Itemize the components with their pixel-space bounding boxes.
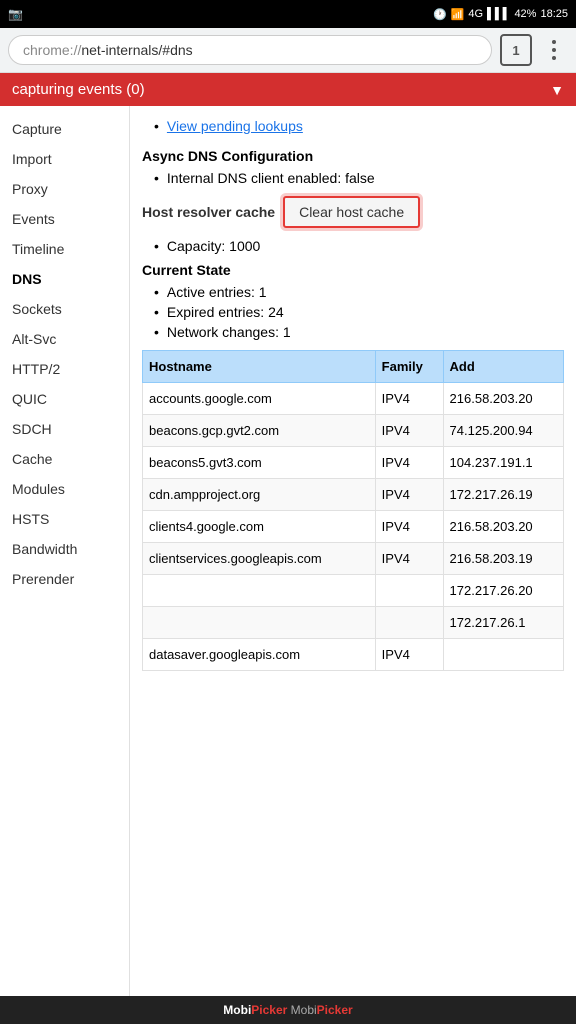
hostname-cell: beacons.gcp.gvt2.com xyxy=(143,415,376,447)
family-cell: IPV4 xyxy=(375,415,443,447)
table-row: cdn.ampproject.orgIPV4172.217.26.19 xyxy=(143,479,564,511)
host-resolver-row: Host resolver cache Clear host cache xyxy=(142,196,564,228)
table-header-row: Hostname Family Add xyxy=(143,351,564,383)
addr-cell: 216.58.203.19 xyxy=(443,543,563,575)
sidebar-item-dns[interactable]: DNS xyxy=(0,264,129,294)
family-cell: IPV4 xyxy=(375,447,443,479)
addr-cell: 74.125.200.94 xyxy=(443,415,563,447)
hostname-cell xyxy=(143,607,376,639)
sidebar: Capture Import Proxy Events Timeline DNS… xyxy=(0,106,130,1014)
sidebar-item-sdch[interactable]: SDCH xyxy=(0,414,129,444)
addr-cell: 172.217.26.1 xyxy=(443,607,563,639)
capturing-events-bar[interactable]: capturing events (0) ▼ xyxy=(0,73,576,106)
async-dns-item-1: Internal DNS client enabled: false xyxy=(154,170,564,186)
watermark-brand1: Mobi xyxy=(223,1003,251,1017)
table-row: beacons5.gvt3.comIPV4104.237.191.1 xyxy=(143,447,564,479)
sidebar-item-prerender[interactable]: Prerender xyxy=(0,564,129,594)
view-pending-lookups-link[interactable]: View pending lookups xyxy=(167,118,303,134)
family-cell: IPV4 xyxy=(375,511,443,543)
dns-content: View pending lookups Async DNS Configura… xyxy=(130,106,576,1014)
table-row: 172.217.26.20 xyxy=(143,575,564,607)
menu-dot-2 xyxy=(552,48,556,52)
sidebar-item-import[interactable]: Import xyxy=(0,144,129,174)
clear-host-cache-button[interactable]: Clear host cache xyxy=(283,196,420,228)
url-host: net-internals/#dns xyxy=(81,42,192,58)
sidebar-item-cache[interactable]: Cache xyxy=(0,444,129,474)
family-cell: IPV4 xyxy=(375,543,443,575)
address-bar: chrome://net-internals/#dns 1 xyxy=(0,28,576,73)
hostname-cell: clients4.google.com xyxy=(143,511,376,543)
addr-cell: 172.217.26.20 xyxy=(443,575,563,607)
family-cell: IPV4 xyxy=(375,479,443,511)
status-left: 📷 xyxy=(8,7,23,21)
menu-button[interactable] xyxy=(540,36,568,64)
watermark-bar: Mobi Picker Mobi Picker xyxy=(0,996,576,1024)
active-entries-item: Active entries: 1 xyxy=(154,284,564,300)
signal-bars: ▌▌▌ xyxy=(487,8,510,20)
menu-dot-1 xyxy=(552,40,556,44)
family-cell xyxy=(375,575,443,607)
main-layout: Capture Import Proxy Events Timeline DNS… xyxy=(0,106,576,1014)
hostname-cell xyxy=(143,575,376,607)
table-row: datasaver.googleapis.comIPV4 xyxy=(143,639,564,671)
table-row: clients4.google.comIPV4216.58.203.20 xyxy=(143,511,564,543)
sidebar-item-quic[interactable]: QUIC xyxy=(0,384,129,414)
host-resolver-label: Host resolver cache xyxy=(142,204,275,220)
table-row: clientservices.googleapis.comIPV4216.58.… xyxy=(143,543,564,575)
status-right: 🕐 📶 4G ▌▌▌ 42% 18:25 xyxy=(433,8,568,21)
sidebar-item-bandwidth[interactable]: Bandwidth xyxy=(0,534,129,564)
expired-entries-item: Expired entries: 24 xyxy=(154,304,564,320)
signal-4g: 4G xyxy=(468,8,483,20)
watermark-copy: Mobi xyxy=(291,1003,317,1017)
family-cell: IPV4 xyxy=(375,383,443,415)
hostname-cell: datasaver.googleapis.com xyxy=(143,639,376,671)
wifi-icon: 📶 xyxy=(451,8,465,21)
dns-table: Hostname Family Add accounts.google.comI… xyxy=(142,350,564,671)
family-header: Family xyxy=(375,351,443,383)
menu-dot-3 xyxy=(552,56,556,60)
sidebar-item-modules[interactable]: Modules xyxy=(0,474,129,504)
tab-count-button[interactable]: 1 xyxy=(500,34,532,66)
addr-cell: 172.217.26.19 xyxy=(443,479,563,511)
sidebar-item-alt-svc[interactable]: Alt-Svc xyxy=(0,324,129,354)
url-input[interactable]: chrome://net-internals/#dns xyxy=(8,35,492,65)
hostname-cell: cdn.ampproject.org xyxy=(143,479,376,511)
sidebar-item-http2[interactable]: HTTP/2 xyxy=(0,354,129,384)
sidebar-item-proxy[interactable]: Proxy xyxy=(0,174,129,204)
sidebar-item-sockets[interactable]: Sockets xyxy=(0,294,129,324)
async-dns-title: Async DNS Configuration xyxy=(142,148,564,164)
sidebar-item-capture[interactable]: Capture xyxy=(0,114,129,144)
addr-cell xyxy=(443,639,563,671)
addr-cell: 104.237.191.1 xyxy=(443,447,563,479)
status-bar: 📷 🕐 📶 4G ▌▌▌ 42% 18:25 xyxy=(0,0,576,28)
family-cell: IPV4 xyxy=(375,639,443,671)
camera-icon: 📷 xyxy=(8,7,23,21)
capturing-events-label: capturing events (0) xyxy=(12,81,145,98)
capturing-arrow-icon: ▼ xyxy=(550,82,564,98)
addr-cell: 216.58.203.20 xyxy=(443,383,563,415)
battery-percent: 42% xyxy=(514,8,536,20)
sidebar-item-timeline[interactable]: Timeline xyxy=(0,234,129,264)
sidebar-item-events[interactable]: Events xyxy=(0,204,129,234)
addr-header: Add xyxy=(443,351,563,383)
clock-icon: 🕐 xyxy=(433,8,447,21)
hostname-cell: beacons5.gvt3.com xyxy=(143,447,376,479)
current-state-title: Current State xyxy=(142,262,564,278)
hostname-cell: accounts.google.com xyxy=(143,383,376,415)
network-changes-item: Network changes: 1 xyxy=(154,324,564,340)
hostname-cell: clientservices.googleapis.com xyxy=(143,543,376,575)
table-row: 172.217.26.1 xyxy=(143,607,564,639)
hostname-header: Hostname xyxy=(143,351,376,383)
table-row: accounts.google.comIPV4216.58.203.20 xyxy=(143,383,564,415)
table-row: beacons.gcp.gvt2.comIPV474.125.200.94 xyxy=(143,415,564,447)
addr-cell: 216.58.203.20 xyxy=(443,511,563,543)
capacity-item: Capacity: 1000 xyxy=(154,238,564,254)
watermark-brand2: Picker xyxy=(251,1003,287,1017)
watermark-copy2: Picker xyxy=(317,1003,353,1017)
family-cell xyxy=(375,607,443,639)
sidebar-item-hsts[interactable]: HSTS xyxy=(0,504,129,534)
time-display: 18:25 xyxy=(540,8,568,20)
url-scheme: chrome:// xyxy=(23,42,81,58)
